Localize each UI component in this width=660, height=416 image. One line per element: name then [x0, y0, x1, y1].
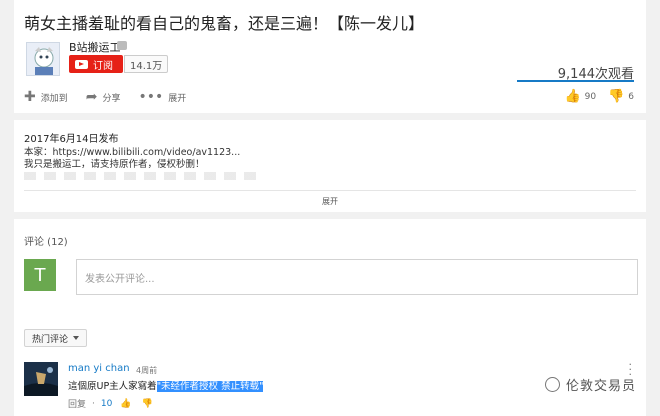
comment-actions: 回复 · 10 👍 👎 [68, 397, 163, 411]
thumbs-up-icon[interactable]: 👍 [120, 399, 131, 409]
thumbs-up-icon[interactable]: 👍 [564, 89, 580, 104]
more-dots-icon: ••• [138, 89, 164, 105]
comment-like-count: 10 [100, 398, 113, 409]
add-to-button[interactable]: ✚ 添加到 [24, 89, 68, 105]
expand-description-button[interactable]: 展开 [14, 196, 646, 207]
publish-date: 2017年6月14日发布 [24, 134, 119, 145]
watermark-text: 伦敦交易员 [565, 379, 636, 394]
user-avatar: T [24, 259, 56, 291]
caret-down-icon [73, 336, 80, 340]
description-fade [24, 172, 264, 180]
wechat-logo-icon [544, 377, 560, 392]
commenter-avatar[interactable] [24, 362, 58, 396]
watermark: 伦敦交易员 [544, 375, 636, 394]
separator: · [92, 398, 95, 409]
comment-input[interactable]: 发表公开评论... [76, 259, 638, 295]
thumbs-down-icon[interactable]: 👎 [608, 89, 624, 104]
divider [24, 190, 636, 191]
subscriber-count: 14.1万 [124, 55, 169, 73]
channel-name[interactable]: B站搬运工 [69, 39, 121, 55]
more-button[interactable]: ••• 展开 [139, 89, 187, 105]
plus-icon: ✚ [24, 89, 36, 105]
description-line: 我只是搬运工，请支持原作者，侵权秒删！ [24, 159, 205, 170]
channel-avatar[interactable] [26, 42, 60, 76]
sort-label: 热门评论 [32, 334, 69, 345]
comment-text-highlight: "未经作者授权 禁止转载" [156, 381, 264, 392]
sort-comments-button[interactable]: 热门评论 [24, 329, 88, 347]
subscribe-button[interactable]: 订阅 [69, 55, 123, 73]
reply-button[interactable]: 回复 [68, 397, 86, 410]
dislike-count: 6 [628, 91, 634, 102]
verified-icon [117, 41, 127, 50]
video-title: 萌女主播羞耻的看自己的鬼畜，还是三遍！【陈一发儿】 [24, 14, 425, 33]
action-bar: ✚ 添加到 ➦ 分享 ••• 展开 [24, 89, 204, 105]
description-card: 2017年6月14日发布 本家：https://www.bilibili.com… [14, 120, 646, 212]
comment-text: 這個原UP主人家寫着"未经作者授权 禁止转载" [68, 378, 264, 392]
comment-count: 评论 (12) [24, 237, 68, 248]
youtube-logo-icon [75, 59, 88, 69]
add-to-label: 添加到 [40, 93, 68, 104]
sentiment-bar [517, 80, 634, 82]
share-icon: ➦ [85, 89, 98, 105]
like-count: 90 [584, 91, 597, 102]
share-button[interactable]: ➦ 分享 [86, 89, 121, 105]
more-label: 展开 [168, 93, 187, 104]
comment-author[interactable]: man yi chan [68, 363, 130, 374]
like-dislike-group: 👍 90 👎 6 [552, 89, 634, 104]
video-info-card: 萌女主播羞耻的看自己的鬼畜，还是三遍！【陈一发儿】 B站搬运工 订阅 14.1万… [14, 0, 646, 113]
comment-time[interactable]: 4周前 [136, 365, 157, 376]
subscribe-label: 订阅 [93, 60, 113, 72]
share-label: 分享 [102, 93, 121, 104]
thumbs-down-icon[interactable]: 👎 [142, 399, 153, 409]
comment-text-prefix: 這個原UP主人家寫着 [68, 381, 157, 392]
